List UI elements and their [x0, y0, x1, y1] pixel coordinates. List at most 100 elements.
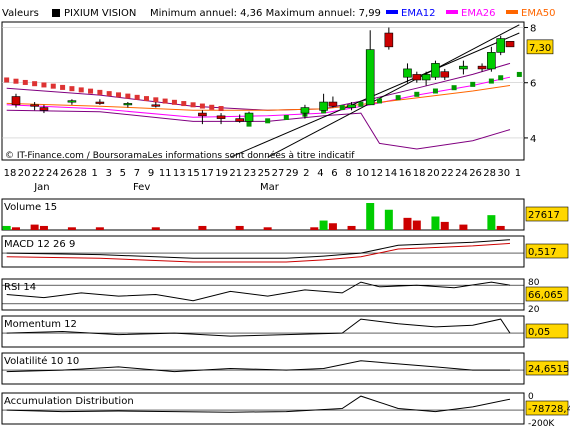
panel-volatility: Volatilité 10 10024,6515	[1, 352, 569, 385]
sar-dot-bear	[88, 88, 94, 94]
day-tick-label: 20	[427, 168, 440, 179]
day-tick-label: 21	[229, 168, 242, 179]
candle-body	[365, 49, 375, 106]
volume-bar	[263, 227, 272, 230]
legend-swatch	[506, 10, 518, 14]
sar-dot-bear	[218, 106, 224, 112]
day-tick-label: 22	[32, 168, 45, 179]
sar-dot-bear	[162, 98, 168, 104]
day-tick-label: 18	[413, 168, 426, 179]
candle-body	[67, 100, 77, 103]
sar-dot-bear	[199, 103, 205, 109]
legend-label: EMA12	[401, 8, 436, 19]
panel-tick-label: 20	[528, 305, 540, 315]
panel-title: RSI 14	[4, 282, 36, 293]
ticker-swatch	[52, 9, 60, 17]
sar-dot-bear	[116, 92, 122, 98]
volume-bar	[95, 227, 104, 230]
sar-dot-bear	[22, 79, 28, 85]
panel-value: -78728,4	[528, 404, 570, 415]
volume-bar	[235, 225, 244, 230]
volume-bar	[403, 217, 412, 230]
candle-body	[440, 71, 450, 78]
day-tick-label: 2	[303, 168, 309, 179]
sar-dot-bear	[181, 101, 187, 107]
day-tick-label: 10	[356, 168, 369, 179]
sar-dot-bear	[209, 104, 215, 110]
day-tick-label: 26	[469, 168, 482, 179]
day-tick-label: 20	[18, 168, 31, 179]
chart-canvas: Valeurs PIXIUM VISION Minimum annuel: 4,…	[1, 8, 570, 429]
sar-dot-bear	[32, 81, 38, 87]
candle-body	[300, 107, 310, 114]
candle-body	[384, 32, 394, 48]
sar-dot-bull	[414, 91, 420, 97]
panel-value: 0,05	[528, 327, 550, 338]
volume-bar	[11, 227, 20, 230]
ticker-name: PIXIUM VISION	[64, 8, 136, 19]
day-tick-label: 15	[187, 168, 200, 179]
candle-body	[431, 63, 440, 78]
legend-label: EMA50	[521, 8, 556, 19]
day-tick-label: 22	[441, 168, 454, 179]
day-tick-label: 4	[317, 168, 323, 179]
price-panel: 8 6 4 7,30 © IT-Finance.com / BoursoramaLes …	[1, 21, 554, 161]
day-tick-label: 24	[46, 168, 59, 179]
volume-bar	[310, 227, 319, 230]
candle-body	[421, 74, 431, 81]
candle-body	[328, 101, 338, 107]
volume-bar	[440, 221, 449, 230]
day-tick-label: 25	[258, 168, 271, 179]
panel-tick-label: -200K	[528, 419, 555, 429]
day-tick-label: 8	[345, 168, 351, 179]
panel-frame	[1, 315, 525, 348]
month-label: Mar	[260, 182, 280, 193]
sar-dot-bull	[339, 105, 345, 111]
panel-momentum: Momentum 1200,05	[1, 315, 569, 348]
volume-bar	[2, 225, 11, 230]
day-tick-label: 6	[331, 168, 337, 179]
panel-tick-label: 80	[528, 278, 540, 288]
day-tick-label: 28	[74, 168, 87, 179]
day-tick-label: 27	[272, 168, 285, 179]
volume-bar	[487, 215, 496, 230]
volume-bar	[347, 225, 356, 230]
day-tick-label: 24	[455, 168, 468, 179]
panel-frame	[1, 278, 525, 311]
sar-dot-bear	[97, 89, 103, 95]
panel-macd: MACD 12 26 900,517	[1, 235, 569, 268]
month-label: Jan	[33, 182, 49, 193]
candle-body	[477, 65, 487, 70]
candle-body	[39, 107, 49, 111]
panel-value: 0,517	[528, 247, 557, 258]
chart-header: Valeurs PIXIUM VISION Minimum annuel: 4,…	[2, 8, 556, 19]
sar-dot-bull	[283, 114, 289, 120]
candle-body	[505, 41, 515, 48]
month-label: Fev	[133, 182, 150, 193]
panel-title: Volume 15	[4, 202, 57, 213]
legend-swatch	[386, 10, 398, 14]
minmax-text: Minimum annuel: 4,36 Maximum annuel: 7,9…	[150, 8, 381, 19]
sar-dot-bear	[134, 94, 140, 100]
candle-body	[235, 118, 244, 122]
valeurs-label: Valeurs	[2, 8, 39, 19]
volume-bar	[67, 227, 76, 230]
candle-body	[244, 112, 254, 122]
candle-body	[123, 103, 133, 106]
day-tick-label: 1	[515, 168, 521, 179]
candle-body	[216, 115, 226, 119]
sar-dot-bull	[498, 75, 504, 81]
sar-dot-bear	[4, 77, 10, 83]
sar-dot-bear	[190, 102, 196, 108]
sar-dot-bull	[451, 85, 457, 91]
sar-dot-bear	[106, 91, 112, 97]
watermark-text: © IT-Finance.com / BoursoramaLes informa…	[5, 150, 355, 161]
day-tick-label: 26	[60, 168, 73, 179]
legend-label: EMA26	[461, 8, 496, 19]
day-tick-label: 23	[243, 168, 256, 179]
volume-bar	[319, 220, 328, 230]
volume-bar	[496, 225, 505, 230]
volume-bar	[384, 209, 393, 230]
sar-dot-bear	[13, 78, 19, 84]
chart-root: Valeurs PIXIUM VISION Minimum annuel: 4,…	[0, 0, 570, 430]
